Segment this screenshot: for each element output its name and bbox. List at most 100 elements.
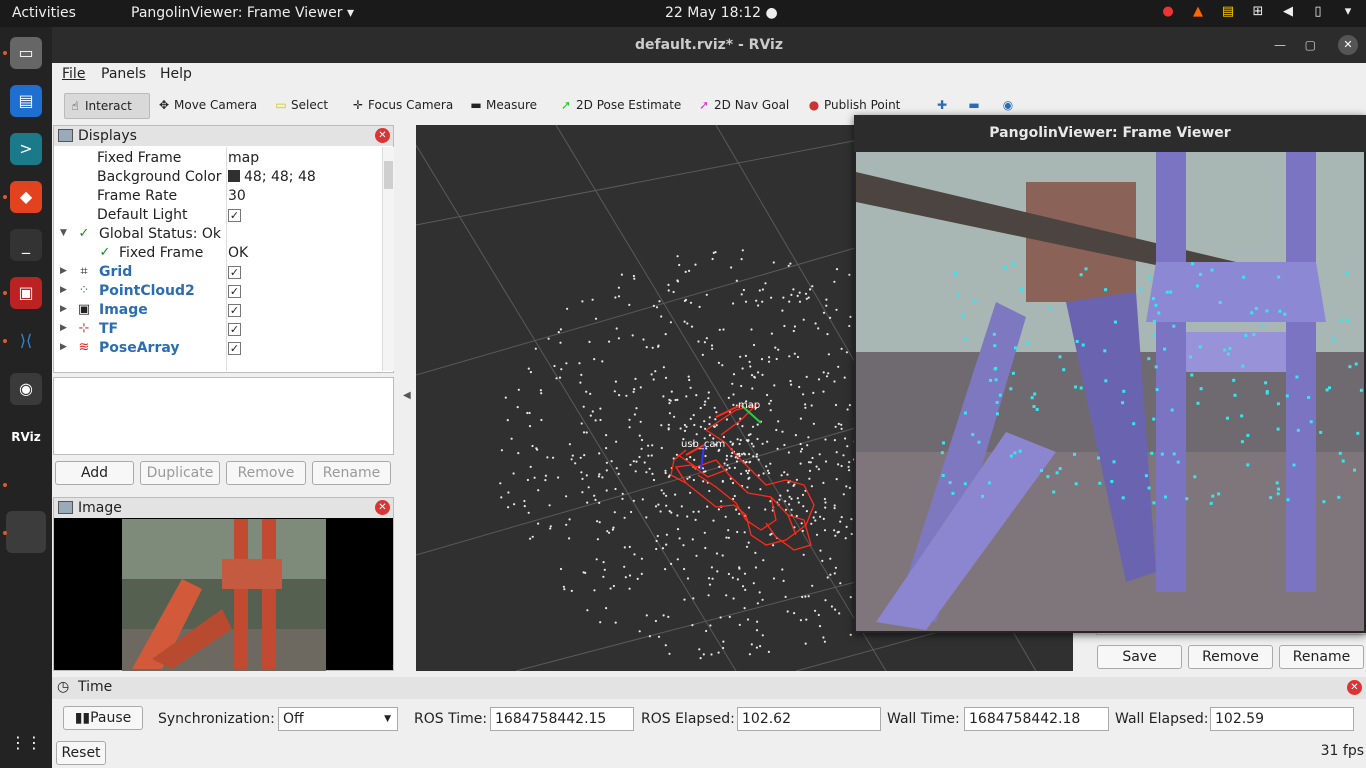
close-time-panel-icon[interactable]: ✕	[1347, 680, 1362, 695]
tf-checkbox[interactable]: ✓	[228, 323, 241, 336]
network-icon[interactable]: ⊞	[1250, 4, 1266, 20]
close-panel-icon[interactable]: ✕	[375, 500, 390, 515]
wall-time-field[interactable]: 1684758442.18	[964, 707, 1109, 731]
cloud-point	[611, 528, 614, 531]
battery-icon[interactable]: ▯	[1310, 4, 1326, 20]
expand-arrow-icon[interactable]: ▶	[60, 323, 67, 333]
expand-arrow-icon[interactable]: ▼	[60, 228, 67, 238]
cloud-point	[789, 379, 792, 383]
cloud-point	[750, 374, 754, 377]
rename-button[interactable]: Rename	[312, 461, 391, 485]
maximize-button[interactable]: ▢	[1305, 37, 1316, 53]
tree-row[interactable]: Default Light ✓	[54, 206, 382, 225]
tool-2d-nav-goal[interactable]: ➚ 2D Nav Goal	[694, 93, 789, 119]
rviz-icon[interactable]: RViz	[10, 421, 42, 453]
right-rename-button[interactable]: Rename	[1279, 645, 1364, 669]
expand-arrow-icon[interactable]: ▶	[60, 285, 67, 295]
pangolin-title[interactable]: PangolinViewer: Frame Viewer	[854, 115, 1366, 152]
expand-arrow-icon[interactable]: ▶	[60, 304, 67, 314]
cloud-point	[822, 636, 825, 639]
expand-arrow-icon[interactable]: ▶	[60, 266, 67, 276]
ros-elapsed-field[interactable]: 102.62	[737, 707, 881, 731]
power-menu-icon[interactable]: ▾	[1340, 4, 1356, 20]
menu-panels[interactable]: Panels	[101, 66, 146, 82]
image-panel-title: Image	[78, 500, 122, 516]
tree-row-posearray[interactable]: ▶ ≋ PoseArray ✓	[54, 339, 382, 358]
window-titlebar[interactable]: default.rviz* - RViz	[52, 27, 1366, 63]
cloud-point	[772, 261, 775, 264]
terminal-icon[interactable]: _	[10, 229, 42, 261]
ros-time-field[interactable]: 1684758442.15	[490, 707, 634, 731]
writer-icon[interactable]: ▤	[10, 85, 42, 117]
default-light-checkbox[interactable]: ✓	[228, 209, 241, 222]
cloud-point	[537, 522, 540, 525]
vertical-scrollbar[interactable]	[382, 147, 394, 371]
close-window-button[interactable]: ✕	[1338, 35, 1358, 55]
brave-icon[interactable]: ▲	[1190, 4, 1206, 20]
clock[interactable]: 22 May 18:12 ●	[665, 5, 778, 21]
menu-help[interactable]: Help	[160, 66, 192, 82]
tool-interact[interactable]: ☝ Interact	[64, 93, 150, 119]
cloud-point	[834, 425, 837, 428]
show-apps-icon[interactable]: ⋮⋮	[10, 727, 42, 759]
menu-file[interactable]: File	[62, 66, 85, 82]
cloud-point	[809, 288, 812, 291]
app-red-icon[interactable]: ▣	[10, 277, 42, 309]
tree-row-pointcloud2[interactable]: ▶ ⁘ PointCloud2 ✓	[54, 282, 382, 301]
app-menu[interactable]: PangolinViewer: Frame Viewer ▾	[131, 5, 354, 21]
tree-row-grid[interactable]: ▶ ⌗ Grid ✓	[54, 263, 382, 282]
vscode-icon[interactable]: ⟩⟨	[10, 325, 42, 357]
expand-arrow-icon[interactable]: ▶	[60, 342, 67, 352]
cloud-point	[704, 400, 707, 403]
brave-browser-icon[interactable]: ◆	[10, 181, 42, 213]
feature-point	[1150, 451, 1154, 455]
cloud-point	[640, 447, 643, 450]
notes-icon[interactable]: ▤	[1220, 4, 1236, 20]
tool-measure[interactable]: ▬ Measure	[466, 93, 537, 119]
sync-select[interactable]: Off ▼	[278, 707, 398, 731]
terminal-app-icon[interactable]: >	[10, 133, 42, 165]
posearray-checkbox[interactable]: ✓	[228, 342, 241, 355]
cloud-point	[800, 522, 803, 525]
feature-point	[977, 440, 981, 444]
pause-button[interactable]: ▮▮Pause	[63, 706, 143, 730]
add-button[interactable]: Add	[55, 461, 134, 485]
tree-row[interactable]: Background Color 48; 48; 48	[54, 168, 382, 187]
pangolin-frame-viewer-window[interactable]: PangolinViewer: Frame Viewer	[854, 115, 1366, 633]
image-checkbox[interactable]: ✓	[228, 304, 241, 317]
reset-button[interactable]: Reset	[56, 741, 106, 765]
cloud-point	[802, 318, 805, 321]
tool-focus-camera[interactable]: ✛ Focus Camera	[348, 93, 453, 119]
tool-select[interactable]: ▭ Select	[271, 93, 328, 119]
active-window-icon[interactable]	[6, 511, 46, 553]
sync-label: Synchronization:	[158, 711, 275, 727]
grid-checkbox[interactable]: ✓	[228, 266, 241, 279]
tree-row[interactable]: ▼ ✓ Global Status: Ok	[54, 225, 382, 244]
tree-row-image[interactable]: ▶ ▣ Image ✓	[54, 301, 382, 320]
close-panel-icon[interactable]: ✕	[375, 128, 390, 143]
save-button[interactable]: Save	[1097, 645, 1182, 669]
tree-row[interactable]: Fixed Frame map	[54, 149, 382, 168]
feature-point	[1058, 467, 1062, 471]
cloud-point	[660, 315, 663, 318]
record-icon[interactable]: ●	[1160, 4, 1176, 20]
activities-button[interactable]: Activities	[12, 5, 76, 21]
tree-row-tf[interactable]: ▶ ⊹ TF ✓	[54, 320, 382, 339]
cloud-point	[655, 547, 658, 551]
tool-2d-pose-estimate[interactable]: ➚ 2D Pose Estimate	[556, 93, 681, 119]
minimize-button[interactable]: —	[1274, 37, 1286, 53]
camera-app-icon[interactable]: ◉	[10, 373, 42, 405]
files-icon[interactable]: ▭	[10, 37, 42, 69]
tree-row[interactable]: Frame Rate 30	[54, 187, 382, 206]
tree-row[interactable]: ✓ Fixed Frame OK	[54, 244, 382, 263]
tool-move-camera[interactable]: ✥ Move Camera	[154, 93, 257, 119]
duplicate-button[interactable]: Duplicate	[140, 461, 220, 485]
wall-elapsed-field[interactable]: 102.59	[1210, 707, 1354, 731]
collapse-handle-icon[interactable]: ◀	[403, 390, 411, 401]
pointcloud2-checkbox[interactable]: ✓	[228, 285, 241, 298]
cloud-point	[606, 530, 609, 533]
remove-button[interactable]: Remove	[226, 461, 306, 485]
right-remove-button[interactable]: Remove	[1188, 645, 1273, 669]
cloud-point	[786, 489, 789, 492]
volume-icon[interactable]: ◀	[1280, 4, 1296, 20]
